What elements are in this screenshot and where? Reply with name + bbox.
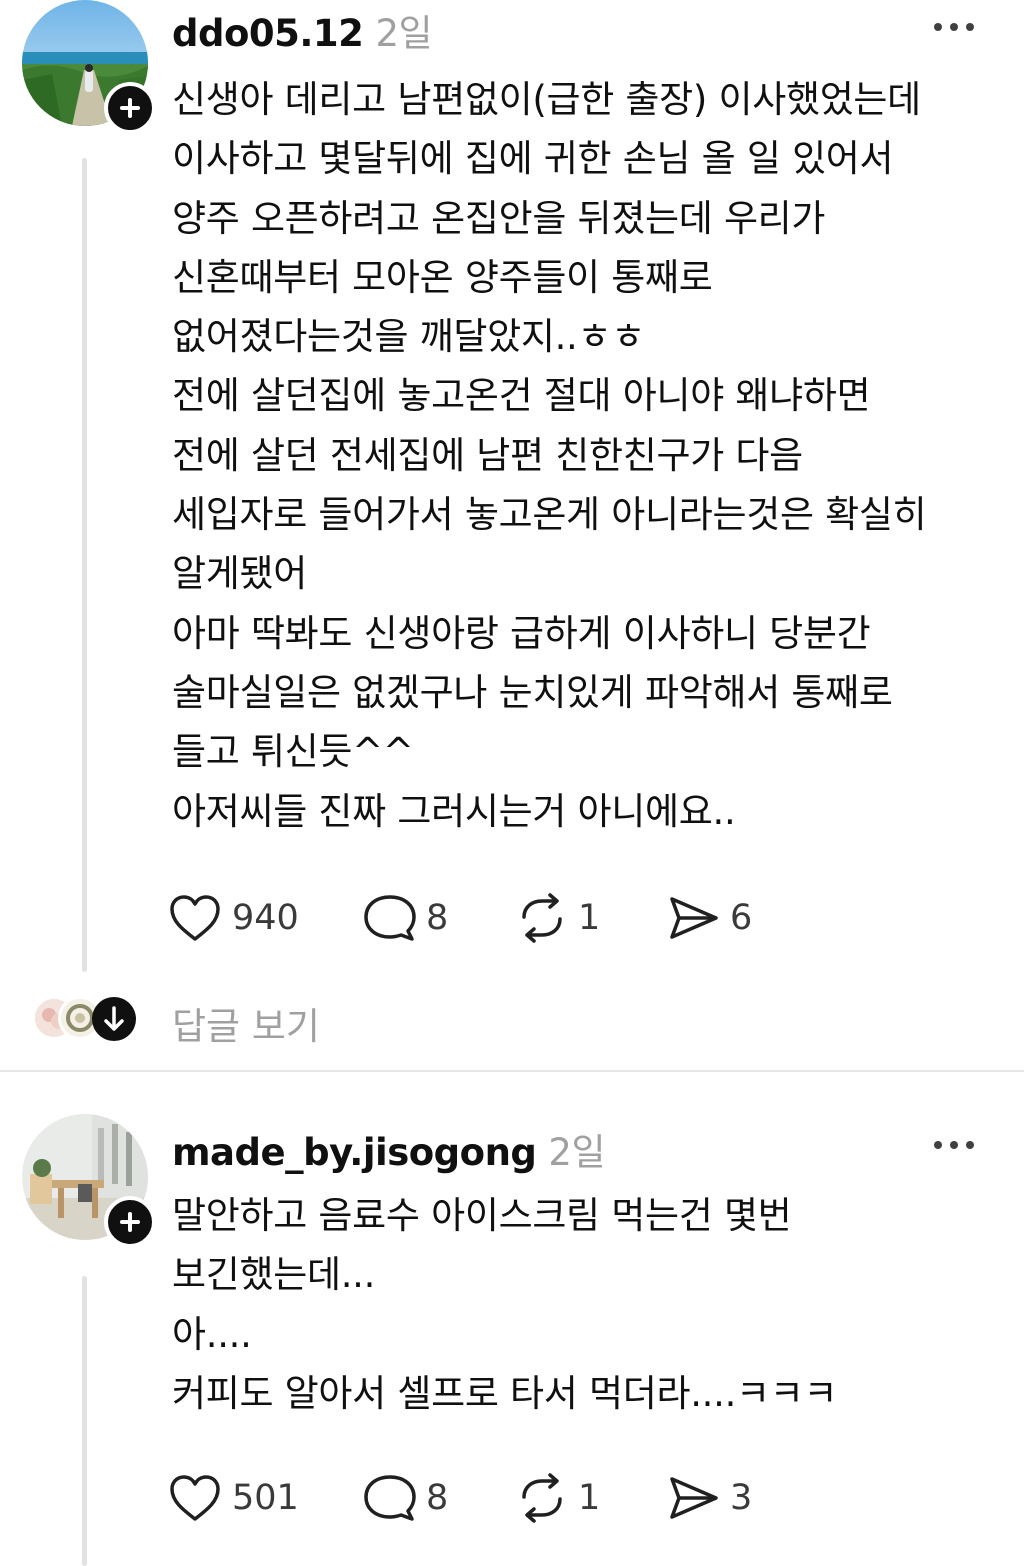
like-button[interactable]: 940 (168, 893, 299, 943)
repost-arrows-icon (522, 1473, 562, 1523)
post-divider (0, 1070, 1024, 1072)
comment-bubble-icon (364, 1475, 416, 1521)
username[interactable]: ddo05.12 (172, 12, 364, 55)
repost-count: 1 (578, 1478, 601, 1518)
comment-count: 8 (426, 1478, 449, 1518)
share-button[interactable]: 3 (668, 1473, 752, 1523)
post-time: 2일 (548, 1131, 605, 1174)
share-count: 3 (730, 1478, 753, 1518)
repost-button[interactable]: 1 (516, 893, 600, 943)
more-dots-icon[interactable] (934, 16, 978, 36)
more-dots-icon[interactable] (934, 1134, 978, 1154)
share-count: 6 (730, 898, 753, 938)
share-button[interactable]: 6 (668, 893, 752, 943)
heart-icon (170, 895, 220, 941)
comment-button[interactable]: 8 (364, 893, 448, 943)
thread-line (82, 158, 87, 972)
comment-bubble-icon (364, 895, 416, 941)
send-paper-plane-icon (670, 897, 718, 939)
post-header: made_by.jisogong 2일 (172, 1122, 605, 1176)
view-replies-row[interactable]: 답글 보기 (0, 992, 1024, 1052)
like-count: 940 (232, 898, 299, 938)
post-body: 말안하고 음료수 아이스크림 먹는건 몇번 보긴했는데... 아.... 커피도… (172, 1194, 838, 1415)
repost-arrows-icon (522, 893, 562, 943)
view-replies-link[interactable]: 답글 보기 (172, 996, 320, 1050)
like-button[interactable]: 501 (168, 1473, 299, 1523)
repost-button[interactable]: 1 (516, 1473, 600, 1523)
repost-count: 1 (578, 898, 601, 938)
comment-count: 8 (426, 898, 449, 938)
thread-line (82, 1276, 87, 1566)
post-time: 2일 (375, 12, 433, 55)
post-body: 신생아 데리고 남편없이(급한 출장) 이사했었는데 이사하고 몇달뒤에 집에 … (172, 78, 927, 833)
heart-icon (170, 1475, 220, 1521)
post-header: ddo05.12 2일 (172, 3, 433, 57)
username[interactable]: made_by.jisogong (172, 1131, 537, 1174)
follow-plus-icon[interactable] (104, 1196, 156, 1248)
arrow-down-icon[interactable] (92, 997, 136, 1041)
like-count: 501 (232, 1478, 299, 1518)
send-paper-plane-icon (670, 1477, 718, 1519)
comment-button[interactable]: 8 (364, 1473, 448, 1523)
follow-plus-icon[interactable] (104, 82, 156, 134)
